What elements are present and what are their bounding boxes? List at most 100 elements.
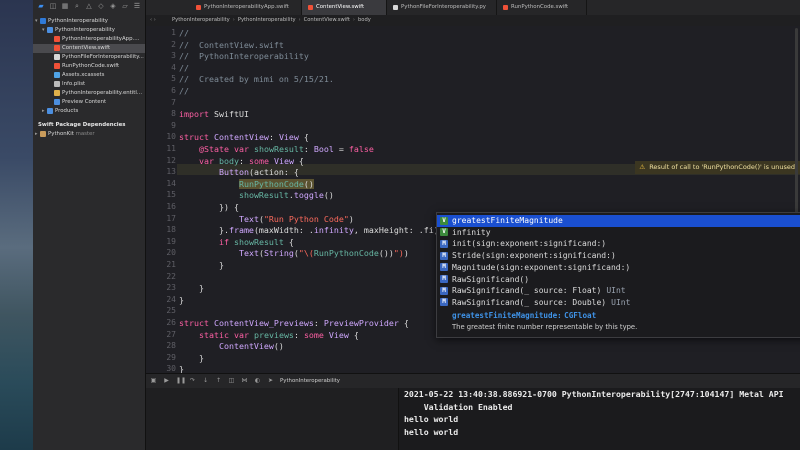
pause-icon[interactable]: ❚❚ <box>176 377 186 384</box>
autocomplete-detail: greatestFiniteMagnitude: CGFloat <box>452 311 596 320</box>
search-icon[interactable]: ⌕ <box>73 2 81 10</box>
line-number: 29 <box>166 352 176 362</box>
debug-icon[interactable]: ◈ <box>109 2 117 10</box>
code-line: } <box>179 283 204 294</box>
hide-debug-icon[interactable]: ▣ <box>150 377 157 384</box>
package-label: PythonKit <box>48 131 74 137</box>
console-line: hello world <box>404 426 459 437</box>
jump-segment[interactable]: PythonInteroperability <box>238 15 296 26</box>
variables-view <box>146 388 399 450</box>
location-icon[interactable]: ➤ <box>267 377 274 384</box>
comment-line: // <box>179 28 189 38</box>
jump-segment[interactable]: PythonInteroperability <box>172 15 230 26</box>
tab-3[interactable]: PythonFileForInteroperability.py <box>387 0 497 15</box>
file-row[interactable]: PythonFileForInteroperability... <box>33 53 145 62</box>
autocomplete-item[interactable]: M Stride(sign:exponent:significand:) <box>437 250 800 262</box>
swift-file-icon <box>503 5 508 10</box>
file-row[interactable]: PythonInteroperabilityApp.... <box>33 35 145 44</box>
file-row[interactable]: ContentView.swift <box>33 44 145 53</box>
warning-banner[interactable]: ⚠ Result of call to 'RunPythonCode()' is … <box>635 161 800 174</box>
editor-scrollbar[interactable] <box>795 28 798 218</box>
method-icon: M <box>440 251 448 260</box>
file-row[interactable]: RunPythonCode.swift <box>33 62 145 71</box>
file-row[interactable]: PythonInteroperability.entitl... <box>33 89 145 98</box>
jump-separator-icon: › <box>298 17 301 23</box>
products-label: Products <box>55 108 79 114</box>
line-number: 20 <box>166 248 176 258</box>
line-number: 13 <box>166 167 176 177</box>
debug-process-name: PythonInteroperability <box>280 378 340 384</box>
import-line: import SwiftUI <box>179 109 249 119</box>
step-over-icon[interactable]: ↷ <box>189 377 196 384</box>
line-number: 12 <box>166 155 176 165</box>
code-line: struct ContentView: View { <box>179 132 309 143</box>
file-list: PythonInteroperabilityApp.... ContentView… <box>33 35 145 107</box>
folder-icon <box>47 107 53 114</box>
project-label: PythonInteroperability <box>48 18 108 24</box>
package-row[interactable]: ▸ PythonKit master <box>33 130 145 139</box>
file-row[interactable]: Preview Content <box>33 98 145 107</box>
project-row[interactable]: ▾ PythonInteroperability <box>33 17 145 26</box>
jump-segment[interactable]: body <box>358 15 371 26</box>
console-line: 2021-05-22 13:40:38.886921-0700 PythonIn… <box>404 389 784 399</box>
line-number: 15 <box>166 190 176 200</box>
view-hierarchy-icon[interactable]: ◫ <box>228 377 235 384</box>
folder-icon[interactable]: ▰ <box>37 2 45 10</box>
file-row[interactable]: Assets.xcassets <box>33 71 145 80</box>
autocomplete-item-return-type: UInt <box>606 286 626 296</box>
tab-bar: PythonInteroperabilityApp.swift ContentVi… <box>146 0 800 16</box>
line-number: 21 <box>166 260 176 269</box>
jump-segment[interactable]: ContentView.swift <box>304 15 350 26</box>
breakpoints-icon[interactable]: ▶ <box>163 377 170 384</box>
autocomplete-item-text: Stride(sign:exponent:significand:) <box>452 251 616 261</box>
breakpoint-icon[interactable]: ▱ <box>121 2 129 10</box>
line-number: 3 <box>171 51 176 61</box>
comment-line: // <box>179 86 189 96</box>
packages-header: Swift Package Dependencies <box>38 122 126 128</box>
file-label: Preview Content <box>62 99 107 105</box>
symbol-icon[interactable]: ▦ <box>61 2 69 10</box>
group-row[interactable]: ▾ PythonInteroperability <box>33 26 145 35</box>
test-icon[interactable]: ◇ <box>97 2 105 10</box>
line-number: 5 <box>171 74 176 84</box>
line-number: 25 <box>166 306 176 316</box>
tab-label: ContentView.swift <box>316 4 365 10</box>
issue-icon[interactable]: △ <box>85 2 93 10</box>
console-output[interactable]: 2021-05-22 13:40:38.886921-0700 PythonIn… <box>399 388 800 450</box>
autocomplete-item-text: RawSignificand(_ source: Double) <box>452 297 607 307</box>
tab-1[interactable]: PythonInteroperabilityApp.swift <box>190 0 302 15</box>
assets-file-icon <box>54 71 60 78</box>
tab-4[interactable]: RunPythonCode.swift <box>497 0 587 15</box>
autocomplete-item[interactable]: M RawSignificand(_ source: Double) UInt <box>437 297 800 309</box>
folder-icon <box>54 98 60 105</box>
step-in-icon[interactable]: ↓ <box>202 377 209 384</box>
autocomplete-item[interactable]: Vinfinity <box>437 227 800 239</box>
tab-2[interactable]: ContentView.swift <box>302 0 387 15</box>
file-label: PythonFileForInteroperability... <box>62 54 144 60</box>
console-line: hello world <box>404 414 459 425</box>
environment-icon[interactable]: ◐ <box>254 377 261 384</box>
memory-graph-icon[interactable]: ⋈ <box>241 377 248 384</box>
autocomplete-item[interactable]: VgreatestFiniteMagnitude <box>437 215 800 227</box>
step-out-icon[interactable]: ↑ <box>215 377 222 384</box>
source-control-icon[interactable]: ◫ <box>49 2 57 10</box>
autocomplete-item[interactable]: M RawSignificand(_ source: Float) UInt <box>437 285 800 297</box>
autocomplete-item[interactable]: Minit(sign:exponent:significand:) <box>437 238 800 250</box>
file-row[interactable]: Info.plist <box>33 80 145 89</box>
report-icon[interactable]: ☰ <box>133 2 141 10</box>
folder-icon <box>47 26 53 33</box>
products-row[interactable]: ▸ Products <box>33 107 145 116</box>
project-icon <box>40 17 46 24</box>
method-icon: M <box>440 286 448 295</box>
line-number: 28 <box>166 341 176 351</box>
file-label: Assets.xcassets <box>62 72 105 78</box>
method-icon: M <box>440 298 448 307</box>
line-number: 18 <box>166 225 176 235</box>
tab-label: RunPythonCode.swift <box>511 4 569 10</box>
warning-text: Result of call to 'RunPythonCode()' is u… <box>649 163 795 171</box>
code-line: Text("Run Python Code") <box>238 213 354 224</box>
autocomplete-item[interactable]: M Magnitude(sign:exponent:significand:) <box>437 262 800 274</box>
package-icon <box>40 130 46 137</box>
autocomplete-item[interactable]: M RawSignificand() <box>437 274 800 286</box>
jump-nav-arrows[interactable]: ‹ › <box>146 15 172 26</box>
